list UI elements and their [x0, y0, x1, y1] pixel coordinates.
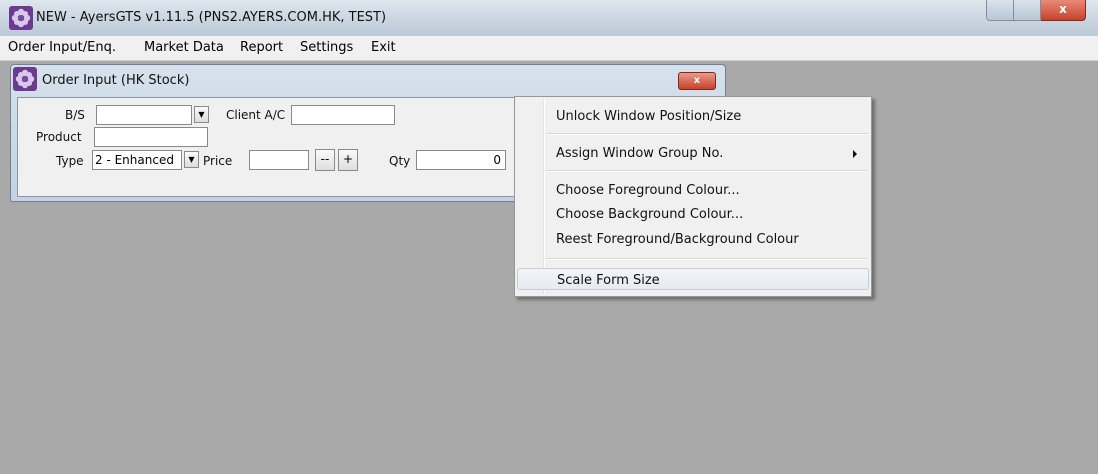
order-window-close-button[interactable]: x — [678, 72, 716, 90]
price-label: Price — [203, 154, 233, 168]
menu-report[interactable]: Report — [240, 40, 283, 55]
menu-item-label: Unlock Window Position/Size — [556, 109, 742, 124]
menu-item-label: Assign Window Group No. — [556, 146, 724, 161]
menu-item-scale-form[interactable]: Scale Form Size — [517, 268, 869, 290]
app-title-bar[interactable]: NEW - AyersGTS v1.11.5 (PNS2.AYERS.COM.H… — [0, 0, 1098, 36]
product-input[interactable] — [94, 127, 208, 147]
bs-select[interactable] — [96, 105, 192, 125]
maximize-button[interactable] — [1014, 0, 1041, 21]
ayers-flower-icon[interactable] — [13, 67, 37, 91]
menu-item-background-colour[interactable]: Choose Background Colour... — [517, 203, 869, 225]
menu-settings[interactable]: Settings — [300, 40, 353, 55]
order-window-title: Order Input (HK Stock) — [42, 73, 190, 88]
window-controls: x — [986, 0, 1086, 21]
menu-item-label: Choose Background Colour... — [556, 207, 744, 222]
ayers-flower-icon[interactable] — [9, 6, 33, 30]
minimize-button[interactable] — [986, 0, 1014, 21]
product-label: Product — [36, 130, 82, 144]
chevron-down-icon[interactable]: ▼ — [194, 106, 209, 123]
menu-bar: Order Input/Enq. Market Data Report Sett… — [0, 36, 1098, 61]
menu-item-label: Scale Form Size — [557, 273, 660, 288]
chevron-down-icon[interactable]: ▼ — [184, 151, 199, 168]
menu-item-assign-group[interactable]: Assign Window Group No. — [517, 142, 869, 164]
menu-exit[interactable]: Exit — [371, 40, 396, 55]
menu-separator — [546, 258, 868, 260]
bs-label: B/S — [65, 108, 85, 122]
qty-input[interactable]: 0 — [416, 150, 506, 170]
qty-label: Qty — [389, 154, 411, 168]
menu-order-input[interactable]: Order Input/Enq. — [8, 40, 116, 55]
menu-item-label: Choose Foreground Colour... — [556, 183, 740, 198]
price-increment-button[interactable]: + — [338, 149, 358, 171]
menu-item-foreground-colour[interactable]: Choose Foreground Colour... — [517, 179, 869, 201]
context-menu: Unlock Window Position/Size Assign Windo… — [514, 96, 872, 297]
client-label: Client A/C — [226, 108, 286, 122]
window-title: NEW - AyersGTS v1.11.5 (PNS2.AYERS.COM.H… — [36, 10, 387, 25]
menu-market-data[interactable]: Market Data — [144, 40, 224, 55]
menu-item-unlock-window[interactable]: Unlock Window Position/Size — [517, 105, 869, 127]
price-input[interactable] — [249, 150, 309, 170]
menu-item-label: Reest Foreground/Background Colour — [556, 232, 799, 247]
chevron-right-icon — [853, 150, 857, 158]
type-select[interactable]: 2 - Enhanced — [92, 150, 182, 170]
menu-item-reset-colour[interactable]: Reest Foreground/Background Colour — [517, 228, 869, 250]
price-decrement-button[interactable]: -- — [315, 149, 335, 171]
menu-separator — [546, 133, 868, 135]
client-account-input[interactable] — [291, 105, 395, 125]
type-label: Type — [56, 154, 84, 168]
close-button[interactable]: x — [1041, 0, 1086, 21]
menu-separator — [546, 170, 868, 172]
